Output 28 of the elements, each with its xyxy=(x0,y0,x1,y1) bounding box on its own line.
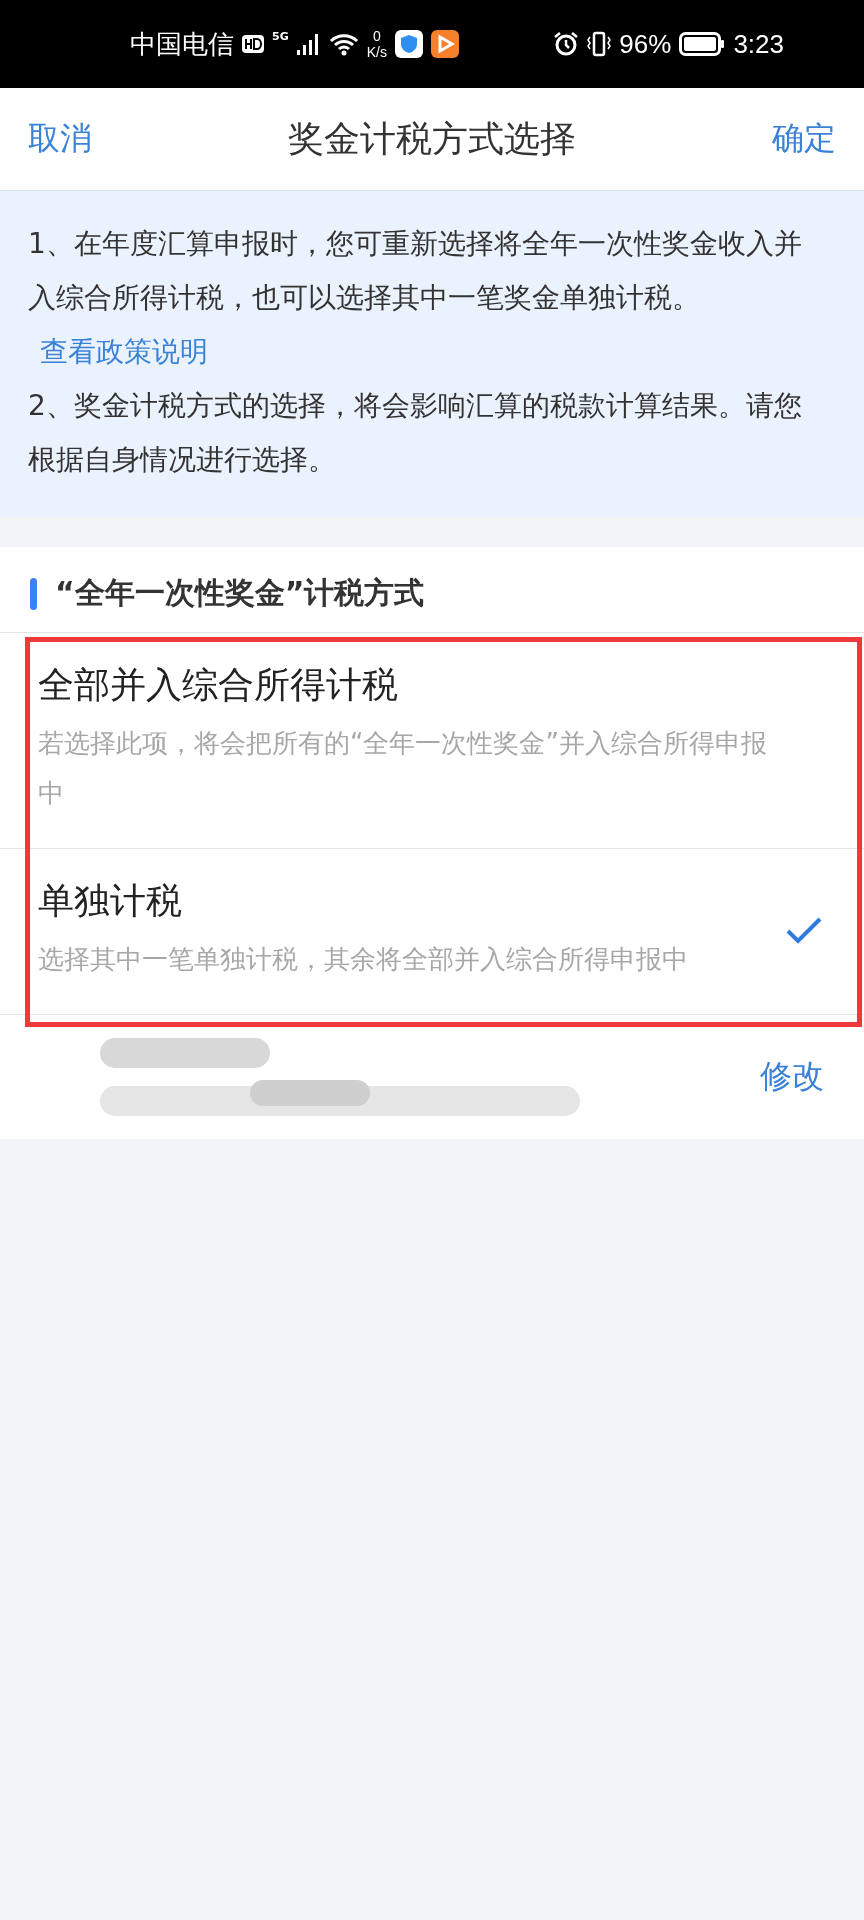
option-item[interactable]: 全部并入综合所得计税 若选择此项，将会把所有的“全年一次性奖金”并入综合所得申报中 xyxy=(0,633,864,849)
shield-icon[interactable] xyxy=(394,30,423,58)
notice-text: 1、在年度汇算申报时，您可重新选择将全年一次性奖金收入并入综合所得计税，也可以选择其中一笔奖金单独计税。 查看政策说明 xyxy=(28,226,803,370)
section-title: “全年一次性奖金”计税方式 xyxy=(55,574,425,612)
policy-link[interactable]: 查看政策说明 xyxy=(40,335,208,368)
wifi-icon xyxy=(328,32,359,56)
edit-button[interactable]: 修改 xyxy=(760,1055,824,1099)
network-speed: 0 K/s xyxy=(366,28,387,60)
cancel-button[interactable]: 取消 xyxy=(28,117,92,161)
option-description: 若选择此项，将会把所有的“全年一次性奖金”并入综合所得申报中 xyxy=(38,727,768,810)
network-type: 5G xyxy=(272,30,289,43)
clock-time: 3:23 xyxy=(733,28,784,60)
option-title: 单独计税 xyxy=(38,879,183,923)
section-marker xyxy=(30,577,37,610)
hd-icon xyxy=(242,34,264,54)
alarm-icon xyxy=(553,31,580,57)
battery-percent: 96% xyxy=(619,28,672,60)
vibrate-icon xyxy=(587,31,612,57)
carrier-name: 中国电信 xyxy=(130,27,234,61)
option-description: 选择其中一笔单独计税，其余将全部并入综合所得申报中 xyxy=(38,943,689,976)
notice-text: 2、奖金计税方式的选择，将会影响汇算的税款计算结果。请您根据自身情况进行选择。 xyxy=(28,388,803,478)
option-item[interactable]: 单独计税 选择其中一笔单独计税，其余将全部并入综合所得申报中 xyxy=(0,849,864,1015)
confirm-button[interactable]: 确定 xyxy=(772,117,836,161)
signal-icon xyxy=(296,33,321,55)
play-app-icon[interactable] xyxy=(430,30,459,58)
battery-icon xyxy=(679,32,726,56)
option-title: 全部并入综合所得计税 xyxy=(38,663,399,707)
page-title: 奖金计税方式选择 xyxy=(288,116,576,161)
